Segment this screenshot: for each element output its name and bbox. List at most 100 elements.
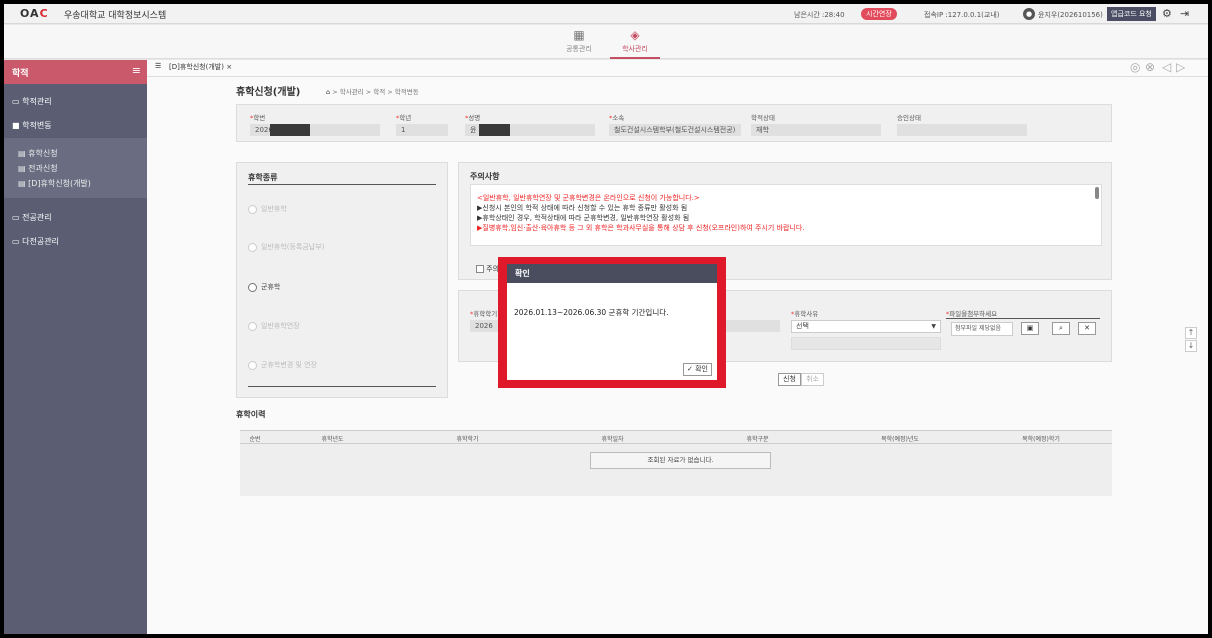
divider — [248, 386, 436, 387]
name-label: *성명 — [465, 114, 481, 122]
sidebar-title: 학적 — [12, 69, 29, 79]
reason-detail-field[interactable] — [791, 337, 941, 350]
app-window: OAC 우송대학교 대학정보시스템 남은시간 :28:40 시간연장 접속IP … — [4, 4, 1208, 634]
student-id-label: *학번 — [250, 114, 266, 122]
extend-time-button[interactable]: 시간연장 — [861, 8, 897, 20]
divider — [248, 184, 436, 185]
history-table-header: 순번 휴학년도 휴학학기 휴학일자 휴학구분 복학(예정)년도 복학(예정)학기 — [240, 430, 1112, 444]
tab-close-icon[interactable]: × — [226, 63, 232, 71]
radio-general-leave[interactable]: 일반휴학 — [248, 204, 287, 214]
notice-box: <일반휴학, 일반휴학연장 및 군휴학변경은 온라인으로 신청이 가능합니다.>… — [470, 184, 1102, 246]
home-icon[interactable]: ⌂ — [326, 88, 330, 96]
leave-type-title: 휴학종류 — [248, 173, 278, 182]
notice-confirm-checkbox[interactable]: 주의 — [476, 264, 499, 274]
tab-bar: ☰ [D]휴학신청(개발) × ◎ ⊗ ◁ ▷ — [147, 60, 1208, 77]
sidebar-sub-transfer[interactable]: ▤ 전과신청 — [18, 163, 58, 174]
menu-common-label: 공통관리 — [566, 45, 592, 53]
access-ip: 접속IP :127.0.0.1(교내) — [924, 11, 1000, 19]
status-field: 재학 — [751, 124, 881, 136]
scroll-up-icon[interactable]: ↑ — [1185, 327, 1197, 339]
tab-list-icon[interactable]: ☰ — [155, 62, 161, 70]
top-bar: OAC 우송대학교 대학정보시스템 남은시간 :28:40 시간연장 접속IP … — [4, 4, 1208, 24]
tab-leave-dev[interactable]: [D]휴학신청(개발) × — [169, 62, 232, 72]
sidebar: ▭ 학적관리 ■ 학적변동 ▤ 휴학신청 ▤ 전과신청 ▤ [D]휴학신청(개발… — [4, 84, 147, 634]
history-col-date: 휴학일자 — [601, 436, 624, 443]
reason-label: *휴학사유 — [791, 310, 819, 318]
notice-line2: ▶신청시 본인의 학적 상태에 따라 신청할 수 있는 휴학 종류만 활성화 됨 — [477, 204, 688, 212]
user-icon: ● — [1023, 8, 1035, 20]
radio-military-change[interactable]: 군휴학변경 및 연장 — [248, 360, 317, 370]
menu-toggle-icon[interactable]: ≡ — [132, 64, 141, 77]
attach-file-field[interactable]: 첨부파일 제당없음 — [951, 322, 1013, 336]
redaction-box — [479, 124, 510, 136]
sidebar-sub-leave-dev[interactable]: ▤ [D]휴학신청(개발) — [18, 178, 91, 189]
approval-field — [897, 124, 1027, 136]
refresh-icon[interactable]: ◎ — [1130, 60, 1140, 74]
menu-common[interactable]: ▦ 공통관리 — [554, 25, 604, 59]
menu-academic[interactable]: ◈ 학사관리 — [610, 25, 660, 59]
notice-title: 주의사항 — [470, 172, 500, 181]
system-name: 우송대학교 대학정보시스템 — [64, 11, 167, 21]
notice-line1: <일반휴학, 일반휴학연장 및 군휴학변경은 온라인으로 신청이 가능합니다.> — [477, 194, 700, 202]
notice-scrollbar[interactable] — [1095, 187, 1099, 199]
history-col-return-term: 복학(예정)학기 — [1022, 436, 1060, 443]
divider — [946, 318, 1100, 319]
leave-year-label: *휴학학기 — [470, 310, 498, 318]
gear-icon[interactable]: ⚙ — [1162, 7, 1172, 21]
confirm-dialog: 확인 2026.01.13~2026.06.30 군휴학 기간입니다. ✓ 확인 — [507, 264, 717, 380]
page-title: 휴학신청(개발) — [236, 87, 301, 98]
remaining-time: 남은시간 :28:40 — [794, 11, 845, 19]
dialog-message: 2026.01.13~2026.06.30 군휴학 기간입니다. — [514, 308, 669, 317]
history-col-type: 휴학구분 — [746, 436, 769, 443]
close-icon[interactable]: ✕ — [1078, 322, 1096, 335]
history-col-return-year: 복학(예정)년도 — [881, 436, 919, 443]
breadcrumb: ⌂ > 학사관리 > 학적 > 학적변동 — [326, 88, 419, 96]
sidebar-sub-leave[interactable]: ▤ 휴학신청 — [18, 148, 58, 159]
sidebar-header: 학적 ≡ — [4, 60, 147, 84]
sidebar-submenu: ▤ 휴학신청 ▤ 전과신청 ▤ [D]휴학신청(개발) — [4, 138, 147, 198]
search-icon[interactable]: ⌕ — [1052, 322, 1070, 335]
dialog-header: 확인 — [507, 264, 717, 283]
user-name: 윤지우(202610156) — [1038, 11, 1103, 19]
notice-text: <일반휴학, 일반휴학연장 및 군휴학변경은 온라인으로 신청이 가능합니다.>… — [477, 193, 1097, 233]
reason-select[interactable]: 선택 ▼ — [791, 320, 941, 333]
cancel-button[interactable]: 취소 — [801, 373, 824, 386]
history-col-year: 휴학년도 — [321, 436, 344, 443]
grid-icon: ▦ — [573, 28, 585, 42]
approval-label: 승인상태 — [897, 114, 921, 122]
history-col-no: 순번 — [249, 436, 261, 443]
sidebar-item-major[interactable]: ▭ 전공관리 — [4, 206, 147, 230]
dept-label: *소속 — [609, 114, 625, 122]
menu-academic-label: 학사관리 — [622, 45, 648, 53]
history-col-term: 휴학학기 — [456, 436, 479, 443]
dialog-title: 확인 — [515, 269, 530, 278]
notice-line3: ▶휴학상태인 경우, 학적상태에 따라 군휴학변경, 일반휴학연장 활성화 됨 — [477, 214, 690, 222]
status-label: 학적상태 — [751, 114, 775, 122]
side-scroll-buttons: ↑ ↓ — [1185, 327, 1197, 353]
sidebar-item-multi-major[interactable]: ▭ 다전공관리 — [4, 230, 147, 254]
student-info-panel — [236, 104, 1112, 142]
scroll-down-icon[interactable]: ↓ — [1185, 340, 1197, 352]
sidebar-item-records[interactable]: ▭ 학적관리 — [4, 90, 147, 114]
tab-next-icon[interactable]: ▷ — [1176, 60, 1185, 74]
radio-general-extend[interactable]: 일반휴학연장 — [248, 321, 300, 331]
chevron-down-icon: ▼ — [931, 323, 936, 330]
grade-label: *학년 — [396, 114, 412, 122]
radio-military-leave[interactable]: 군휴학 — [248, 282, 280, 292]
auth-code-button[interactable]: 앱급코드 요청 — [1107, 7, 1156, 21]
close-all-icon[interactable]: ⊗ — [1145, 60, 1155, 74]
radio-general-leave-paid[interactable]: 일반휴학(등록금납부) — [248, 242, 324, 252]
dialog-ok-button[interactable]: ✓ 확인 — [683, 363, 712, 376]
graduation-cap-icon: ◈ — [630, 28, 640, 42]
dept-field: 철도건설시스템학부(철도건설시스템전공) — [609, 124, 741, 136]
sidebar-item-changes[interactable]: ■ 학적변동 — [4, 114, 147, 138]
history-title: 휴학이력 — [236, 410, 266, 419]
redaction-box — [270, 124, 310, 136]
logout-icon[interactable]: ⇥ — [1180, 7, 1189, 21]
tab-prev-icon[interactable]: ◁ — [1162, 60, 1171, 74]
save-file-icon[interactable]: ▣ — [1021, 322, 1039, 335]
grade-field: 1 — [396, 124, 448, 136]
main-menu: ▦ 공통관리 ◈ 학사관리 — [4, 25, 1208, 59]
apply-button[interactable]: 신청 — [778, 373, 801, 386]
notice-line4: ▶질병휴학,임신·출산·육아휴학 등 그 외 휴학은 학과사무실을 통해 상담 … — [477, 224, 805, 232]
